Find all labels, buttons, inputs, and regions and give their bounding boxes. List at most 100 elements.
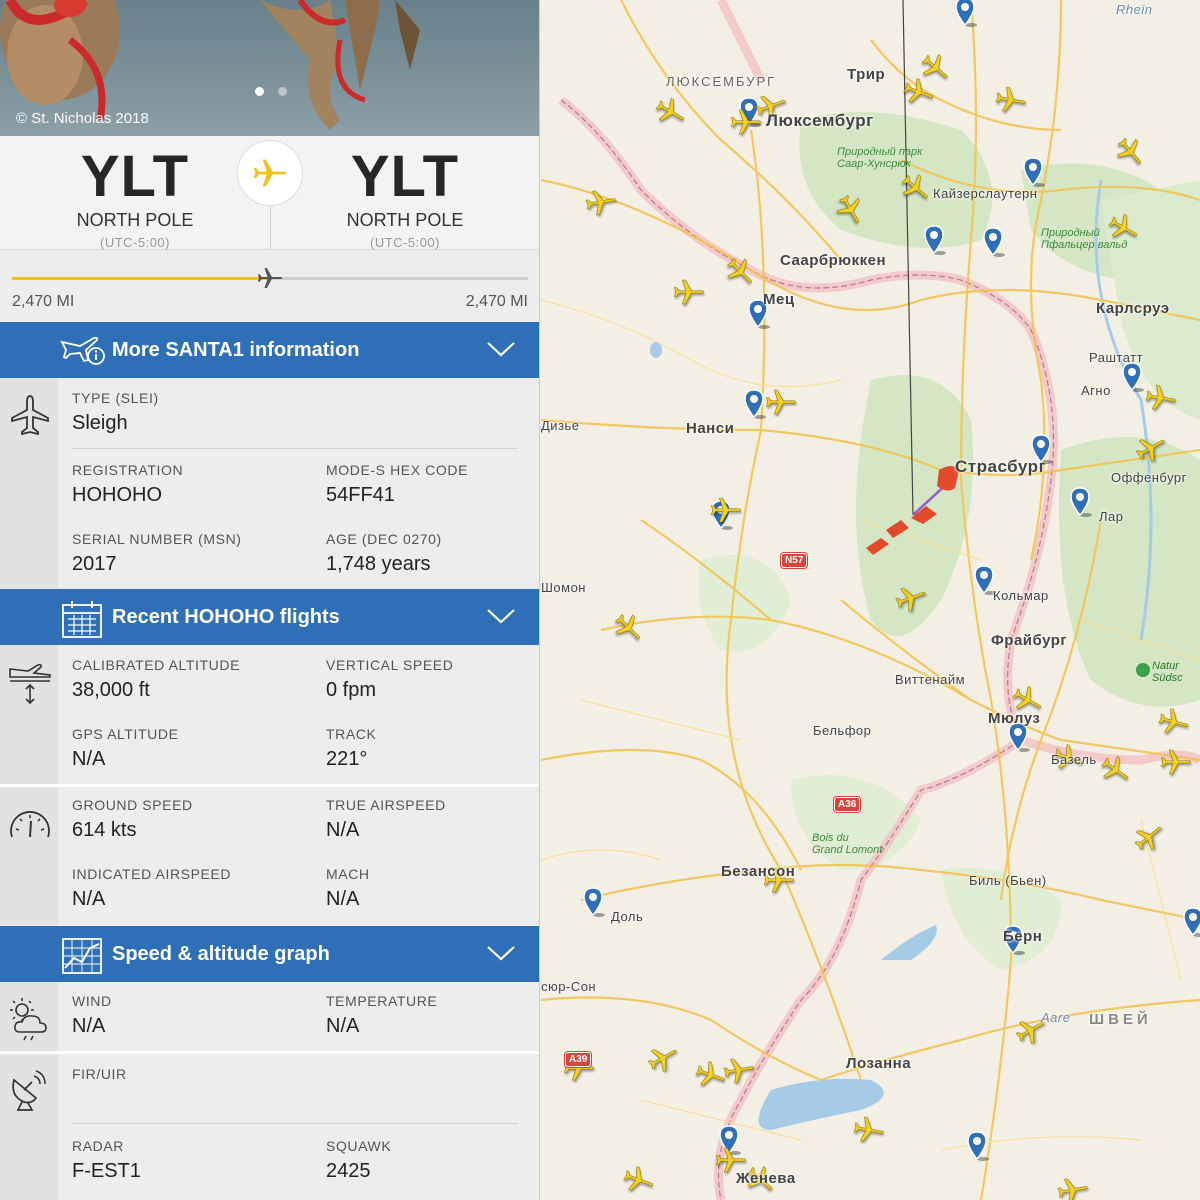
- true-airspeed-field: TRUE AIRSPEED N/A: [326, 797, 446, 842]
- ground-speed-field: GROUND SPEED 614 kts: [72, 797, 193, 842]
- map-label-city: сюр-Сон: [541, 979, 597, 994]
- track-label: TRACK: [326, 726, 377, 742]
- speedometer-icon: [10, 811, 50, 838]
- aircraft-marker-icon[interactable]: [990, 79, 1032, 121]
- map-label-city: Трир: [847, 66, 886, 83]
- chevron-down-icon: [487, 609, 515, 624]
- type-label: TYPE (SLEI): [72, 390, 159, 406]
- airport-pin-icon[interactable]: [981, 226, 1005, 258]
- map-label-country: ШВЕЙ: [1089, 1011, 1152, 1028]
- destination-name: NORTH POLE: [346, 210, 464, 230]
- map-label-city: Люксембург: [766, 111, 874, 130]
- recent-flights-title: Recent HOHOHO flights: [112, 606, 340, 628]
- aircraft-marker-icon[interactable]: [1140, 377, 1182, 419]
- aircraft-marker-icon[interactable]: [718, 1049, 760, 1091]
- age-label: AGE (DEC 0270): [326, 531, 442, 547]
- carousel-dot-active[interactable]: [255, 87, 264, 96]
- true-airspeed-label: TRUE AIRSPEED: [326, 797, 446, 813]
- radar-field: RADAR F-EST1: [72, 1138, 141, 1183]
- chevron-down-icon: [487, 342, 515, 357]
- map-label-city: Мец: [763, 291, 795, 308]
- aircraft-marker-icon[interactable]: [580, 181, 622, 223]
- airport-pin-icon[interactable]: [953, 0, 977, 28]
- airport-pin-icon[interactable]: [922, 224, 946, 256]
- aircraft-marker-icon[interactable]: [671, 274, 707, 310]
- map-label-city: Страсбург: [955, 457, 1047, 476]
- temperature-label: TEMPERATURE: [326, 993, 438, 1009]
- aircraft-marker-icon[interactable]: [848, 1109, 890, 1151]
- park-line: Natur: [1152, 660, 1179, 672]
- ground-speed-label: GROUND SPEED: [72, 797, 193, 813]
- airport-pin-icon[interactable]: [1021, 156, 1045, 188]
- squawk-field: SQUAWK 2425: [326, 1138, 391, 1183]
- map-label-city: Шомон: [541, 580, 586, 595]
- altitude-icon: [9, 663, 51, 705]
- radar-details: FIR/UIR RADAR F-EST1 SQUAWK 2425: [0, 1054, 539, 1200]
- flight-map[interactable]: ЛЮКСЕМБУРГ Трир Люксембург Кайзерслаутер…: [541, 0, 1200, 1200]
- serial-field: SERIAL NUMBER (MSN) 2017: [72, 531, 242, 576]
- map-label-city: Раштатт: [1089, 350, 1144, 365]
- airport-pin-icon[interactable]: [1181, 906, 1200, 938]
- gps-altitude-field: GPS ALTITUDE N/A: [72, 726, 179, 771]
- recent-flights-header[interactable]: Recent HOHOHO flights: [0, 589, 539, 645]
- destination-airport[interactable]: YLT NORTH POLE (UTC-5:00): [270, 144, 539, 250]
- weather-details: WIND N/A TEMPERATURE N/A: [0, 982, 539, 1052]
- map-label-park: Bois du Grand Lomont: [812, 832, 882, 856]
- map-label-park: Природный Пфальцер вальд: [1041, 227, 1127, 251]
- map-label-river: Rhein: [1116, 2, 1153, 17]
- divider: [72, 448, 518, 449]
- map-label-city: Биль (Бьен): [969, 873, 1047, 888]
- calibrated-altitude-label: CALIBRATED ALTITUDE: [72, 657, 241, 673]
- mach-label: MACH: [326, 866, 370, 882]
- origin-code: YLT: [80, 144, 190, 209]
- origin-airport[interactable]: YLT NORTH POLE (UTC-5:00): [0, 144, 270, 250]
- modes-label: MODE-S HEX CODE: [326, 462, 469, 478]
- weather-icon: [10, 998, 47, 1041]
- aircraft-marker-icon[interactable]: [1052, 1169, 1094, 1200]
- map-label-city: Бельфор: [813, 723, 872, 738]
- map-label-city: Дизье: [541, 418, 580, 433]
- more-info-title: More SANTA1 information: [112, 339, 360, 361]
- vertical-speed-label: VERTICAL SPEED: [326, 657, 454, 673]
- airport-pin-icon[interactable]: [965, 1130, 989, 1162]
- squawk-value: 2425: [326, 1160, 371, 1182]
- destination-code: YLT: [350, 144, 460, 209]
- aircraft-marker-icon[interactable]: [708, 492, 744, 528]
- road-shield: N57: [781, 553, 808, 568]
- aircraft-marker-icon[interactable]: [763, 384, 799, 420]
- map-label-city: Берн: [1003, 928, 1043, 945]
- park-icon: [1136, 663, 1150, 677]
- gps-altitude-value: N/A: [72, 748, 106, 770]
- airport-pin-icon[interactable]: [1120, 361, 1144, 393]
- map-label-city: Оффенбург: [1111, 470, 1187, 485]
- airport-pin-icon[interactable]: [581, 886, 605, 918]
- plane-info-icon: [60, 336, 105, 365]
- aircraft-details: TYPE (SLEI) Sleigh REGISTRATION HOHOHO M…: [0, 378, 539, 588]
- radar-label: RADAR: [72, 1138, 125, 1154]
- carousel-dot[interactable]: [278, 87, 287, 96]
- serial-value: 2017: [72, 553, 117, 575]
- more-info-header[interactable]: More SANTA1 information: [0, 322, 539, 378]
- map-label-city: Карлсруэ: [1096, 300, 1170, 317]
- mach-field: MACH N/A: [326, 866, 370, 911]
- route-divider: [270, 200, 271, 250]
- mach-value: N/A: [326, 888, 360, 910]
- radar-value: F-EST1: [72, 1160, 141, 1182]
- park-line: Bois du: [812, 832, 849, 844]
- altitude-details: CALIBRATED ALTITUDE 38,000 ft VERTICAL S…: [0, 645, 539, 785]
- flight-info-panel: © St. Nicholas 2018 YLT NORTH POLE (UTC-…: [0, 0, 540, 1200]
- age-field: AGE (DEC 0270) 1,748 years: [326, 531, 442, 576]
- type-field: TYPE (SLEI) Sleigh: [72, 390, 159, 435]
- speed-details: GROUND SPEED 614 kts TRUE AIRSPEED N/A I…: [0, 787, 539, 925]
- airport-pin-icon[interactable]: [1068, 486, 1092, 518]
- graph-header[interactable]: Speed & altitude graph: [0, 926, 539, 982]
- map-label-city: Базель: [1051, 752, 1097, 767]
- registration-field: REGISTRATION HOHOHO: [72, 462, 183, 507]
- map-label-river: Aare: [1041, 1010, 1071, 1025]
- distance-remaining: 2,470 MI: [465, 293, 528, 310]
- origin-name: NORTH POLE: [76, 210, 194, 230]
- ground-speed-value: 614 kts: [72, 819, 137, 841]
- modes-field: MODE-S HEX CODE 54FF41: [326, 462, 468, 507]
- aircraft-marker-icon[interactable]: [1158, 744, 1194, 780]
- divider: [72, 1123, 518, 1124]
